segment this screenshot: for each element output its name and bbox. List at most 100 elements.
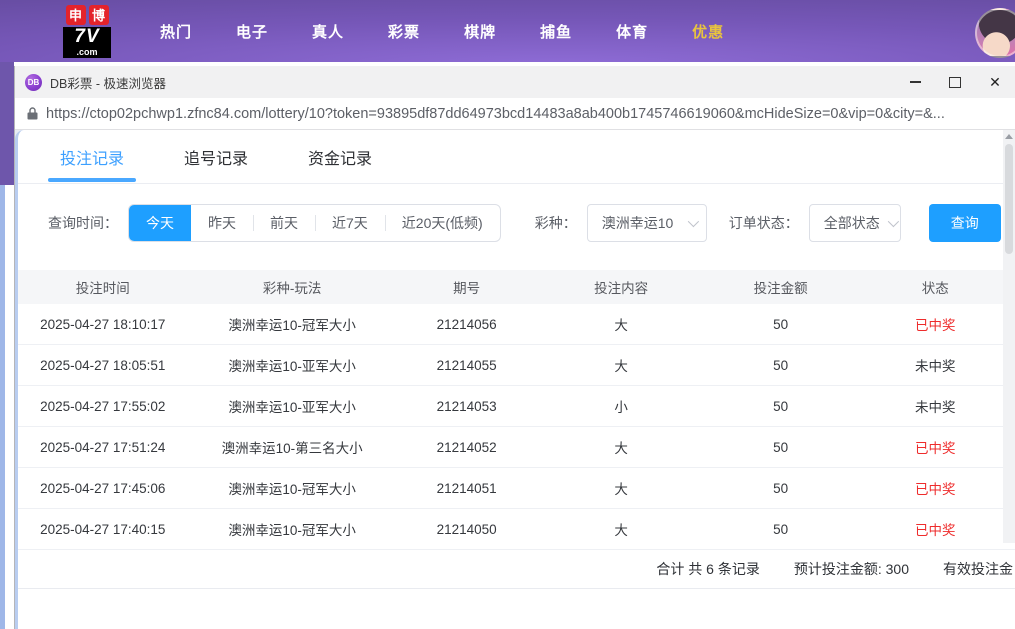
- bet-records-table: 投注时间 彩种-玩法 期号 投注内容 投注金额 状态 2025-04-27 18…: [18, 270, 1015, 589]
- maximize-button[interactable]: [935, 66, 975, 98]
- search-button[interactable]: 查询: [928, 204, 1001, 242]
- cell-bet-content: 小: [614, 400, 628, 415]
- time-option-today[interactable]: 今天: [129, 205, 191, 241]
- table-summary: 合计 共 6 条记录 预计投注金额: 300 有效投注金: [18, 550, 1015, 589]
- cell-game-play: 澳洲幸运10-亚军大小: [228, 400, 356, 415]
- tab-chase-records[interactable]: 追号记录: [180, 130, 252, 183]
- scroll-up-icon: [1005, 134, 1013, 139]
- cell-status: 已中奖: [914, 318, 956, 333]
- filter-bar: 查询时间： 今天 昨天 前天 近7天 近20天(低频) 彩种： 澳洲幸运10 订…: [18, 184, 1015, 258]
- cell-bet-content: 大: [614, 441, 628, 456]
- main-nav: 热门 电子 真人 彩票 棋牌 捕鱼 体育 优惠: [138, 21, 746, 42]
- close-icon: ✕: [989, 74, 1001, 90]
- record-tabs: 投注记录 追号记录 资金记录: [18, 130, 1015, 184]
- cell-bet-time: 2025-04-27 17:55:02: [40, 398, 166, 414]
- nav-item-board-games[interactable]: 棋牌: [442, 21, 518, 42]
- window-titlebar[interactable]: DB DB彩票 - 极速浏览器 ✕: [15, 66, 1015, 98]
- cell-bet-time: 2025-04-27 17:51:24: [40, 439, 166, 455]
- window-content: 投注记录 追号记录 资金记录 查询时间： 今天 昨天 前天 近7天 近20天(低…: [15, 130, 1015, 629]
- time-option-yesterday[interactable]: 昨天: [191, 205, 253, 241]
- page-background-strip: [0, 185, 5, 629]
- nav-item-hot[interactable]: 热门: [138, 21, 214, 42]
- cell-issue: 21214053: [436, 398, 497, 414]
- cell-bet-amount: 50: [773, 480, 789, 496]
- time-option-20days[interactable]: 近20天(低频): [384, 205, 500, 241]
- nav-item-fishing[interactable]: 捕鱼: [518, 21, 594, 42]
- cell-status: 已中奖: [914, 441, 956, 456]
- summary-valid-amount: 有效投注金: [943, 561, 1013, 577]
- scrollbar-thumb[interactable]: [1005, 144, 1013, 254]
- maximize-icon: [949, 76, 961, 88]
- col-bet-content: 投注内容: [594, 281, 649, 296]
- address-bar[interactable]: https://ctop02pchwp1.zfnc84.com/lottery/…: [15, 98, 1015, 130]
- nav-item-lottery[interactable]: 彩票: [366, 21, 442, 42]
- page-background-left: [0, 62, 14, 185]
- order-status-value: 全部状态: [823, 215, 880, 231]
- cell-issue: 21214051: [436, 480, 497, 496]
- nav-item-sports[interactable]: 体育: [594, 21, 670, 42]
- time-option-7days[interactable]: 近7天: [315, 205, 385, 241]
- order-status-label: 订单状态：: [728, 215, 799, 231]
- cell-game-play: 澳洲幸运10-冠军大小: [228, 318, 356, 333]
- tab-bet-records[interactable]: 投注记录: [47, 130, 137, 183]
- window-controls: ✕: [895, 66, 1015, 98]
- lottery-type-value: 澳洲幸运10: [601, 215, 674, 231]
- table-row: 2025-04-27 17:55:02 澳洲幸运10-亚军大小 21214053…: [18, 386, 1015, 427]
- order-status-select[interactable]: 全部状态: [808, 204, 901, 242]
- lottery-type-select[interactable]: 澳洲幸运10: [586, 204, 707, 242]
- cell-bet-amount: 50: [773, 357, 789, 373]
- col-status: 状态: [921, 281, 949, 296]
- cell-issue: 21214052: [436, 439, 497, 455]
- cell-bet-amount: 50: [773, 521, 789, 537]
- nav-item-promos[interactable]: 优惠: [670, 21, 746, 42]
- cell-bet-amount: 50: [773, 439, 789, 455]
- summary-expected-amount: 预计投注金额: 300: [793, 561, 909, 577]
- cell-bet-content: 大: [614, 482, 628, 497]
- browser-window: DB DB彩票 - 极速浏览器 ✕ https://ctop02pchwp1.z…: [14, 66, 1015, 629]
- cell-status: 已中奖: [914, 482, 956, 497]
- nav-item-slots[interactable]: 电子: [214, 21, 290, 42]
- minimize-button[interactable]: [895, 66, 935, 98]
- chevron-down-icon: [887, 215, 899, 228]
- logo-badge-2: 博: [88, 4, 109, 25]
- cell-bet-content: 大: [614, 359, 628, 374]
- logo-red-badges: 申 博: [58, 4, 116, 25]
- logo-suffix: .com: [63, 46, 111, 58]
- cell-game-play: 澳洲幸运10-冠军大小: [228, 523, 356, 538]
- window-title: DB彩票 - 极速浏览器: [50, 76, 166, 91]
- cell-game-play: 澳洲幸运10-第三名大小: [221, 441, 363, 456]
- table-header: 投注时间 彩种-玩法 期号 投注内容 投注金额 状态: [18, 270, 1015, 304]
- close-button[interactable]: ✕: [975, 66, 1015, 98]
- table-row: 2025-04-27 17:40:15 澳洲幸运10-冠军大小 21214050…: [18, 509, 1015, 550]
- tab-fund-records[interactable]: 资金记录: [304, 130, 376, 183]
- cell-status: 已中奖: [914, 523, 956, 538]
- cell-bet-content: 大: [614, 318, 628, 333]
- nav-item-live[interactable]: 真人: [290, 21, 366, 42]
- cell-status: 未中奖: [914, 400, 956, 415]
- page-scrollbar[interactable]: [1003, 130, 1015, 543]
- table-row: 2025-04-27 18:10:17 澳洲幸运10-冠军大小 21214056…: [18, 304, 1015, 345]
- chevron-down-icon: [687, 215, 699, 228]
- cell-bet-time: 2025-04-27 17:40:15: [40, 521, 166, 537]
- cell-status: 未中奖: [914, 359, 956, 374]
- cell-game-play: 澳洲幸运10-冠军大小: [228, 482, 356, 497]
- time-option-day-before[interactable]: 前天: [253, 205, 315, 241]
- table-row: 2025-04-27 18:05:51 澳洲幸运10-亚军大小 21214055…: [18, 345, 1015, 386]
- minimize-icon: [909, 81, 921, 83]
- lottery-type-label: 彩种：: [534, 215, 577, 231]
- table-row: 2025-04-27 17:45:06 澳洲幸运10-冠军大小 21214051…: [18, 468, 1015, 509]
- cell-issue: 21214056: [436, 316, 497, 332]
- cell-bet-time: 2025-04-27 18:10:17: [40, 316, 166, 332]
- cell-bet-time: 2025-04-27 18:05:51: [40, 357, 166, 373]
- browser-favicon-icon: DB: [25, 73, 42, 91]
- col-bet-amount: 投注金额: [753, 281, 808, 296]
- table-row: 2025-04-27 17:51:24 澳洲幸运10-第三名大小 2121405…: [18, 427, 1015, 468]
- cell-game-play: 澳洲幸运10-亚军大小: [228, 359, 356, 374]
- site-logo[interactable]: 申 博 7V .com: [58, 4, 116, 58]
- cell-bet-amount: 50: [773, 398, 789, 414]
- col-game-play: 彩种-玩法: [262, 281, 322, 296]
- lock-icon: [27, 107, 38, 120]
- cell-bet-content: 大: [614, 523, 628, 538]
- col-bet-time: 投注时间: [75, 281, 130, 296]
- user-avatar[interactable]: [975, 8, 1015, 58]
